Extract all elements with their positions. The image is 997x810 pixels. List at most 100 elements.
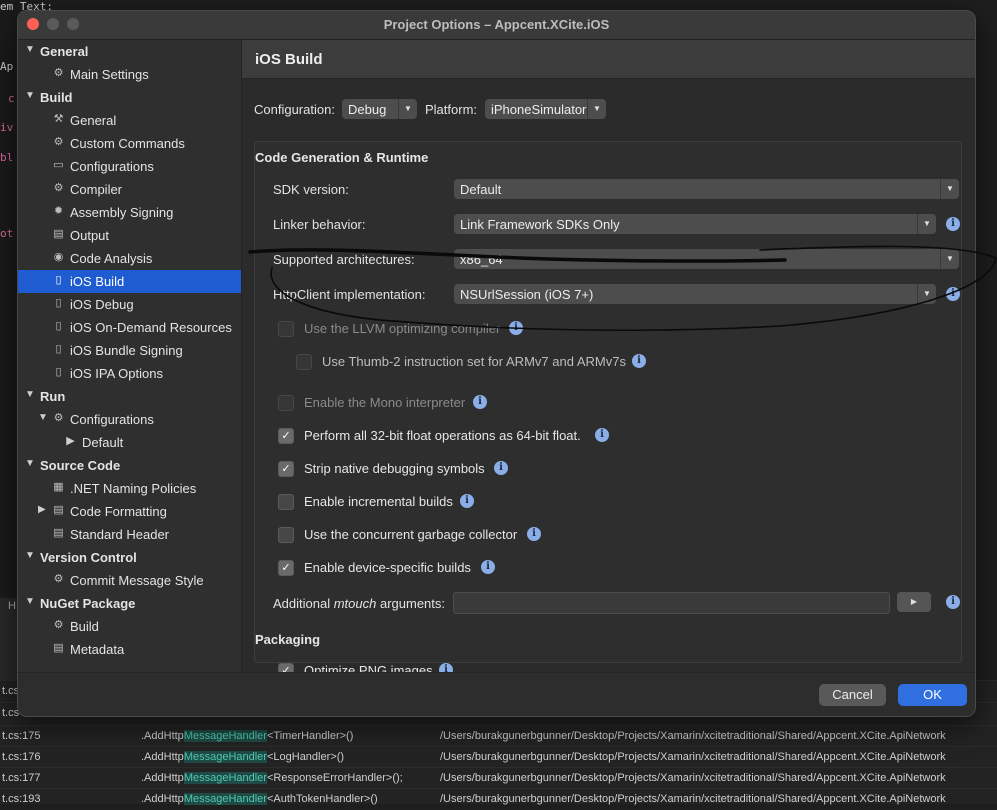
sidebar-item-default[interactable]: ▶ Default [18, 431, 241, 454]
sidebar-group-nuget-package[interactable]: ▼ NuGet Package [18, 592, 241, 615]
httpclient-implementation-value: NSUrlSession (iOS 7+) [460, 287, 594, 302]
sidebar-item-output[interactable]: ▤ Output [18, 224, 241, 247]
info-icon[interactable]: i [473, 395, 487, 409]
mtouch-arguments-input[interactable] [453, 592, 890, 614]
sidebar-item-ios-build[interactable]: ▯ iOS Build [18, 270, 241, 293]
sidebar-item-assembly-signing[interactable]: ✹ Assembly Signing [18, 201, 241, 224]
chevron-down-icon[interactable]: ▼ [25, 90, 35, 101]
sidebar-item-label: iOS Build [70, 274, 125, 289]
sidebar-item-standard-header[interactable]: ▤ Standard Header [18, 523, 241, 546]
chevron-down-icon[interactable]: ▼ [25, 458, 35, 469]
sidebar-item-compiler[interactable]: ⚙ Compiler [18, 178, 241, 201]
supported-architectures-value: x86_64 [460, 252, 503, 267]
sidebar-item-ios-on-demand-resources[interactable]: ▯ iOS On-Demand Resources [18, 316, 241, 339]
sidebar-item-main-settings[interactable]: ⚙ Main Settings [18, 63, 241, 86]
info-icon[interactable]: i [946, 217, 960, 231]
float64-checkbox[interactable]: ✓ [278, 428, 294, 444]
cancel-button[interactable]: Cancel [819, 684, 886, 706]
httpclient-implementation-dropdown[interactable]: NSUrlSession (iOS 7+) ▼ [454, 284, 936, 304]
sidebar-item-metadata[interactable]: ▤ Metadata [18, 638, 241, 661]
output-icon: ▤ [53, 228, 64, 240]
chevron-down-icon: ▼ [587, 99, 606, 119]
chevron-down-icon[interactable]: ▼ [38, 412, 48, 423]
chevron-down-icon[interactable]: ▼ [25, 550, 35, 561]
thumb2-checkbox[interactable] [296, 354, 312, 370]
seal-icon: ✹ [53, 205, 64, 217]
concurrent-gc-checkbox[interactable] [278, 527, 294, 543]
sidebar-group-version-control[interactable]: ▼ Version Control [18, 546, 241, 569]
linker-behavior-dropdown[interactable]: Link Framework SDKs Only ▼ [454, 214, 936, 234]
page-header: iOS Build [242, 40, 975, 79]
optimize-png-checkbox-label: Optimize PNG images [304, 663, 433, 672]
section-title-packaging: Packaging [255, 632, 321, 647]
info-icon[interactable]: i [946, 595, 960, 609]
sidebar-group-run[interactable]: ▼ Run [18, 385, 241, 408]
side-tab-label: H [8, 600, 16, 612]
linker-behavior-label: Linker behavior: [273, 217, 366, 232]
chevron-down-icon[interactable]: ▼ [25, 596, 35, 607]
gear-icon: ⚙ [53, 619, 64, 631]
sidebar-item-label: iOS On-Demand Resources [70, 320, 232, 335]
sidebar-group-build[interactable]: ▼ Build [18, 86, 241, 109]
sidebar-group-general[interactable]: ▼ General [18, 40, 241, 63]
analysis-icon: ◉ [53, 251, 64, 263]
sidebar-item-configurations[interactable]: ▭ Configurations [18, 155, 241, 178]
sidebar-item-ios-bundle-signing[interactable]: ▯ iOS Bundle Signing [18, 339, 241, 362]
sidebar-group-label: Build [40, 90, 73, 105]
chevron-down-icon[interactable]: ▼ [25, 44, 35, 55]
chevron-down-icon[interactable]: ▼ [25, 389, 35, 400]
table-row[interactable]: t.cs:177 .AddHttpMessageHandler<Response… [0, 767, 997, 789]
table-row[interactable]: t.cs:193 .AddHttpMessageHandler<AuthToke… [0, 788, 997, 810]
sidebar-group-label: NuGet Package [40, 596, 136, 611]
table-row[interactable]: t.cs:175 .AddHttpMessageHandler<TimerHan… [0, 725, 997, 747]
path-cell: /Users/burakgunerbgunner/Desktop/Project… [440, 730, 946, 742]
sidebar-group-label: Source Code [40, 458, 121, 473]
incremental-builds-checkbox[interactable] [278, 494, 294, 510]
info-icon[interactable]: i [460, 494, 474, 508]
sidebar-item-naming-policies[interactable]: ▦ .NET Naming Policies [18, 477, 241, 500]
ok-button[interactable]: OK [898, 684, 967, 706]
sidebar-item-ios-debug[interactable]: ▯ iOS Debug [18, 293, 241, 316]
sidebar-group-source-code[interactable]: ▼ Source Code [18, 454, 241, 477]
sidebar-item-label: .NET Naming Policies [70, 481, 197, 496]
info-icon[interactable]: i [509, 321, 523, 335]
info-icon[interactable]: i [481, 560, 495, 574]
sdk-version-dropdown[interactable]: Default ▼ [454, 179, 959, 199]
window-icon: ▭ [53, 159, 64, 171]
dialog-footer: Cancel OK [18, 672, 975, 716]
info-icon[interactable]: i [439, 663, 453, 672]
sidebar-item-commit-message-style[interactable]: ⚙ Commit Message Style [18, 569, 241, 592]
sidebar-item-run-configurations[interactable]: ▼ ⚙ Configurations [18, 408, 241, 431]
table-row[interactable]: t.cs:176 .AddHttpMessageHandler<LogHandl… [0, 746, 997, 768]
sidebar-item-code-formatting[interactable]: ▶ ▤ Code Formatting [18, 500, 241, 523]
info-icon[interactable]: i [632, 354, 646, 368]
sidebar-item-nuget-build[interactable]: ⚙ Build [18, 615, 241, 638]
info-icon[interactable]: i [946, 287, 960, 301]
platform-dropdown[interactable]: iPhoneSimulator ▼ [485, 99, 606, 119]
code-line: Ap [0, 60, 14, 73]
info-icon[interactable]: i [494, 461, 508, 475]
sidebar-item-label: Standard Header [70, 527, 170, 542]
compiler-icon: ⚙ [53, 182, 64, 194]
llvm-checkbox[interactable] [278, 321, 294, 337]
supported-architectures-dropdown[interactable]: x86_64 ▼ [454, 249, 959, 269]
code-cell: .AddHttpMessageHandler<ResponseErrorHand… [141, 772, 403, 784]
sidebar-item-custom-commands[interactable]: ⚙ Custom Commands [18, 132, 241, 155]
optimize-png-checkbox[interactable]: ✓ [278, 663, 294, 672]
code-line: ot [0, 227, 14, 240]
mtouch-arguments-menu-button[interactable]: ▶ [897, 592, 931, 612]
configuration-dropdown[interactable]: Debug ▼ [342, 99, 417, 119]
code-cell: .AddHttpMessageHandler<LogHandler>() [141, 751, 345, 763]
device-specific-builds-checkbox[interactable]: ✓ [278, 560, 294, 576]
info-icon[interactable]: i [595, 428, 609, 442]
strip-symbols-checkbox[interactable]: ✓ [278, 461, 294, 477]
code-cell: .AddHttpMessageHandler<TimerHandler>() [141, 730, 354, 742]
info-icon[interactable]: i [527, 527, 541, 541]
sidebar-group-label: General [40, 44, 89, 59]
sidebar-item-ios-ipa-options[interactable]: ▯ iOS IPA Options [18, 362, 241, 385]
sidebar-item-build-general[interactable]: ⚒ General [18, 109, 241, 132]
sidebar-item-code-analysis[interactable]: ◉ Code Analysis [18, 247, 241, 270]
mono-interpreter-checkbox[interactable] [278, 395, 294, 411]
chevron-down-icon: ▼ [917, 214, 936, 234]
chevron-right-icon[interactable]: ▶ [38, 504, 48, 515]
